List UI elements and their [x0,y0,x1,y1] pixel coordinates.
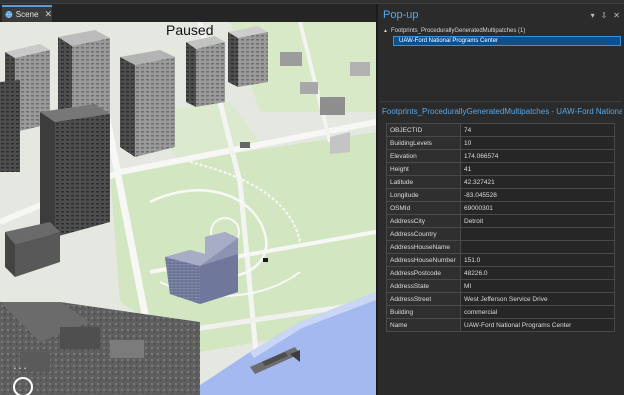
tab-scene-label: Scene [15,10,39,19]
globe-icon [5,11,13,18]
table-row: Building commercial [386,305,615,319]
attribute-field: AddressPostcode [386,266,461,280]
scene-map-canvas[interactable] [0,22,376,395]
table-row: AddressCountry [386,227,615,241]
attribute-value: 74 [460,123,615,137]
table-row: Height 41 [386,162,615,176]
attribute-value [460,227,615,241]
attribute-value: commercial [460,305,615,319]
attribute-field: AddressHouseName [386,240,461,254]
navigation-control-icon[interactable] [13,377,33,395]
tree-layer-node[interactable]: ▲ Footprints_ProcedurallyGeneratedMultip… [378,26,624,36]
attribute-field: AddressCountry [386,227,461,241]
attribute-field: Building [386,305,461,319]
attribute-value: MI [460,279,615,293]
attribute-field: BuildingLevels [386,136,461,150]
pin-icon[interactable]: ⇩ [601,11,608,20]
scene-tab-bar: Scene ✕ [0,4,376,22]
popup-pane: Pop-up ▾ ⇩ ✕ ▲ Footprints_ProcedurallyGe… [376,4,624,395]
table-row: AddressHouseNumber 151.0 [386,253,615,267]
attribute-value: 48226.0 [460,266,615,280]
table-row: AddressState MI [386,279,615,293]
tree-feature-selected[interactable]: UAW-Ford National Programs Center [393,36,621,46]
attribute-field: Latitude [386,175,461,189]
popup-title: Pop-up [383,9,419,21]
table-row: AddressStreet West Jefferson Service Driv… [386,292,615,306]
dropdown-icon[interactable]: ▾ [591,11,595,20]
attribute-table: OBJECTID 74 BuildingLevels 10 Elevation 174.0… [386,123,615,332]
scene-3d-view[interactable]: Paused • • • [0,22,376,395]
attribute-value: Detroit [460,214,615,228]
attribute-value: 174.066574 [460,149,615,163]
attribute-field: Elevation [386,149,461,163]
attribute-field: Longitude [386,188,461,202]
attribute-value: West Jefferson Service Drive [460,292,615,306]
attribute-field: Name [386,318,461,332]
table-row: AddressCity Detroit [386,214,615,228]
attribute-value: -83.045528 [460,188,615,202]
navigation-hint: • • • [14,366,28,372]
table-row: Latitude 42.327421 [386,175,615,189]
attribute-value [460,240,615,254]
attribute-field: AddressStreet [386,292,461,306]
close-icon[interactable]: ✕ [613,11,620,20]
attribute-value: 69000301 [460,201,615,215]
attribute-value: 151.0 [460,253,615,267]
attribute-field: OSMId [386,201,461,215]
tab-scene[interactable]: Scene ✕ [2,5,52,22]
table-row: Longitude -83.045528 [386,188,615,202]
feature-tree: ▲ Footprints_ProcedurallyGeneratedMultip… [378,26,624,46]
tree-layer-label: Footprints_ProcedurallyGeneratedMultipat… [390,28,526,34]
popup-header: Pop-up ▾ ⇩ ✕ [378,4,624,26]
attribute-value: UAW-Ford National Programs Center [460,318,615,332]
table-row: OSMId 69000301 [386,201,615,215]
attribute-field: AddressCity [386,214,461,228]
attribute-value: 10 [460,136,615,150]
paused-status: Paused [166,22,214,38]
table-row: AddressHouseName [386,240,615,254]
attribute-field: OBJECTID [386,123,461,137]
attribute-value: 42.327421 [460,175,615,189]
close-icon[interactable]: ✕ [44,10,52,19]
pane-splitter[interactable] [380,101,622,102]
table-row: AddressPostcode 48226.0 [386,266,615,280]
table-row: BuildingLevels 10 [386,136,615,150]
popup-controls: ▾ ⇩ ✕ [591,11,620,20]
scene-pane: Scene ✕ Paused • • • [0,4,376,395]
attribute-field: AddressState [386,279,461,293]
table-row: Name UAW-Ford National Programs Center [386,318,615,332]
attribute-value: 41 [460,162,615,176]
feature-title-link[interactable]: Footprints_ProcedurallyGeneratedMultipat… [382,107,622,116]
expand-caret-icon[interactable]: ▲ [383,28,388,34]
app-window: Scene ✕ Paused • • • Pop-up ▾ ⇩ ✕ ▲ Foot… [0,0,624,395]
table-row: OBJECTID 74 [386,123,615,137]
attribute-field: Height [386,162,461,176]
table-row: Elevation 174.066574 [386,149,615,163]
attribute-field: AddressHouseNumber [386,253,461,267]
